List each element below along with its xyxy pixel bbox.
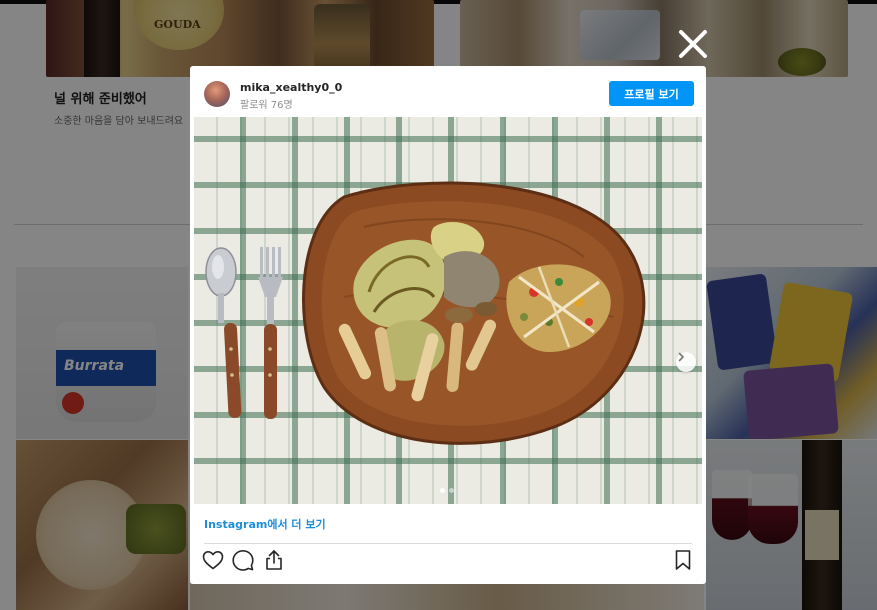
carousel-dot[interactable] (440, 488, 445, 493)
follower-count: 팔로워 76명 (240, 100, 293, 111)
action-separator (204, 543, 692, 544)
food-illustration (205, 181, 646, 445)
post-actions (190, 548, 706, 578)
comment-button[interactable] (231, 548, 257, 574)
post-username[interactable]: mika_xealthy0_0 (240, 81, 342, 94)
view-profile-button[interactable]: 프로필 보기 (609, 81, 694, 106)
share-button[interactable] (262, 548, 288, 574)
like-button[interactable] (201, 548, 227, 574)
heart-icon (202, 551, 224, 570)
share-icon (266, 550, 282, 570)
next-slide-button[interactable] (676, 352, 696, 372)
chevron-right-icon (678, 352, 684, 362)
post-photo[interactable] (194, 117, 702, 504)
fork (258, 247, 283, 419)
view-more-on-instagram-link[interactable]: Instagram에서 더 보기 (204, 516, 326, 532)
instagram-post-modal: mika_xealthy0_0 팔로워 76명 프로필 보기 Instagram… (190, 66, 706, 584)
save-button[interactable] (671, 548, 697, 574)
comment-icon (232, 550, 254, 571)
spoon (205, 247, 242, 418)
bookmark-icon (675, 550, 691, 570)
carousel-indicators (440, 488, 454, 493)
carousel-dot[interactable] (449, 488, 454, 493)
avatar[interactable] (204, 81, 230, 107)
close-icon[interactable] (676, 27, 710, 61)
